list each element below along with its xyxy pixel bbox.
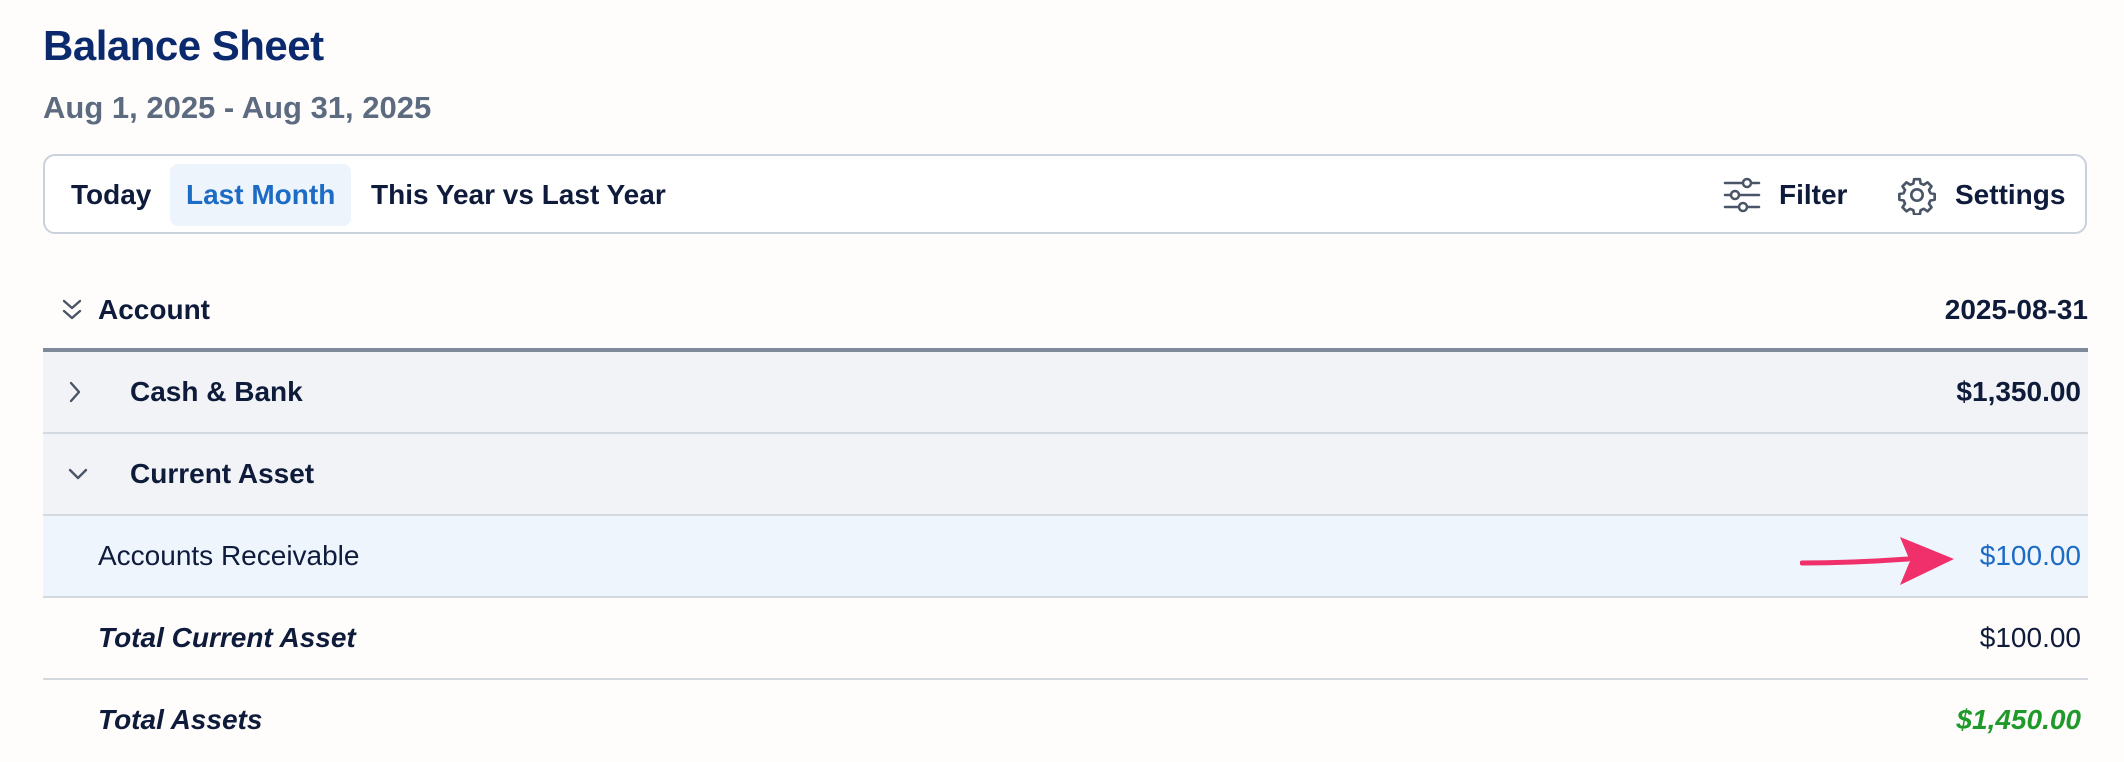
table-header: Account 2025-08-31 [43,270,2088,352]
row-amount: $1,350.00 [1956,376,2081,407]
settings-label: Settings [1955,179,2066,210]
page-title: Balance Sheet [43,22,324,69]
sliders-icon [1723,177,1761,213]
table-row-current-asset[interactable]: Current Asset [43,434,2088,516]
row-label: Total Assets [98,704,263,735]
tab-last-month[interactable]: Last Month [170,164,352,226]
collapse-all-icon[interactable] [60,297,84,323]
chevron-down-icon[interactable] [67,461,89,487]
row-label: Current Asset [130,458,315,489]
balance-sheet-table: Account 2025-08-31 Cash & Bank $1,350.00… [43,270,2088,762]
tab-today[interactable]: Today [55,164,167,226]
settings-button[interactable]: Settings [1897,164,2065,226]
period-toolbar: Today Last Month This Year vs Last Year … [43,154,2087,234]
row-label: Accounts Receivable [98,540,360,571]
gear-icon [1898,177,1936,215]
table-row-total-assets: Total Assets $1,450.00 [43,680,2088,762]
chevron-right-icon[interactable] [67,379,83,405]
date-range: Aug 1, 2025 - Aug 31, 2025 [43,90,432,125]
row-label: Total Current Asset [98,622,356,653]
column-header-date[interactable]: 2025-08-31 [1945,294,2088,326]
row-amount: $100.00 [1979,622,2081,653]
column-header-account[interactable]: Account [98,294,210,326]
annotation-arrow-icon [1800,537,1954,585]
table-row-total-current-asset: Total Current Asset $100.00 [43,598,2088,680]
filter-label: Filter [1779,179,1848,210]
row-amount: $1,450.00 [1956,704,2081,735]
row-amount-link[interactable]: $100.00 [1980,540,2081,572]
row-label: Cash & Bank [130,376,303,407]
tab-this-year-vs-last-year[interactable]: This Year vs Last Year [355,164,682,226]
table-row-cash-bank[interactable]: Cash & Bank $1,350.00 [43,352,2088,434]
filter-button[interactable]: Filter [1723,164,1847,226]
table-row-accounts-receivable[interactable]: Accounts Receivable $100.00 [43,516,2088,598]
